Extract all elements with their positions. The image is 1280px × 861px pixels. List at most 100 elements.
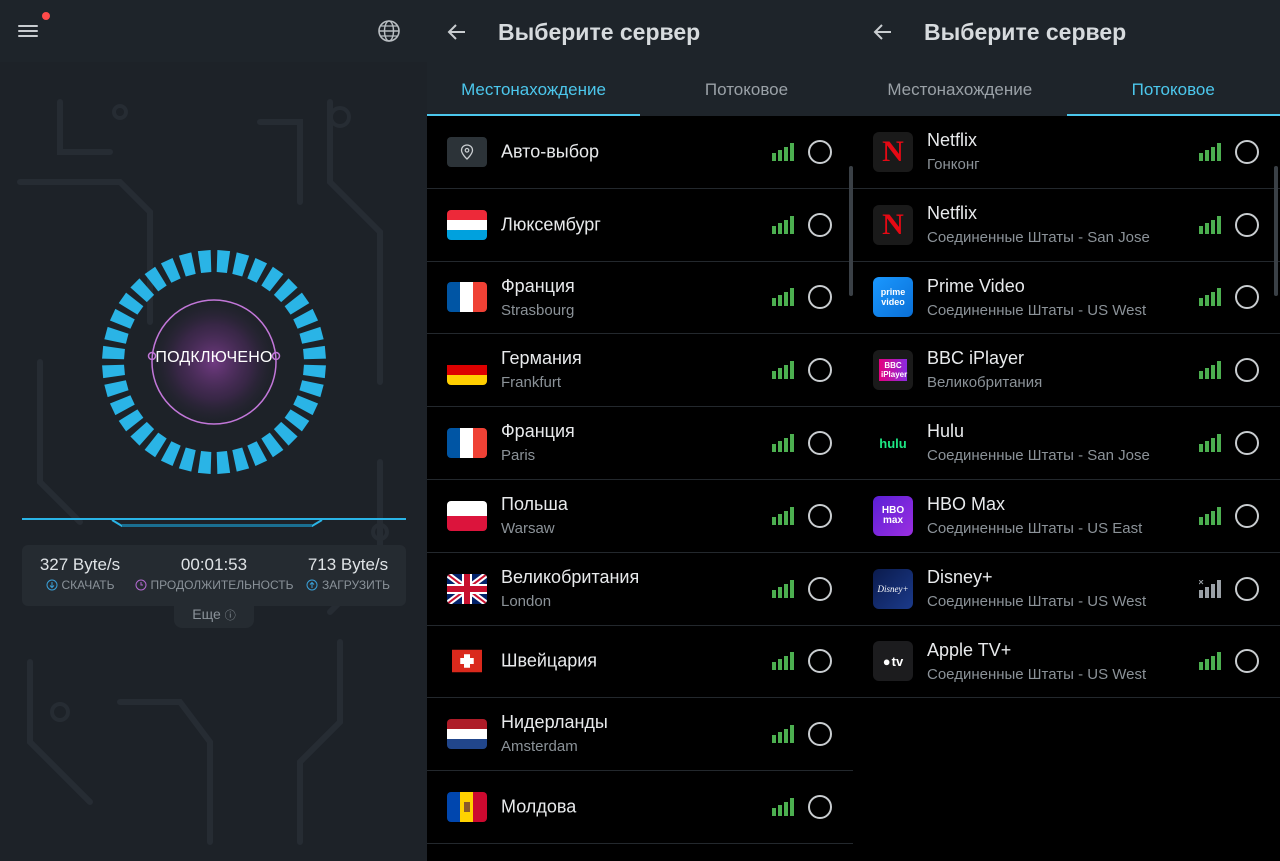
dial-segment xyxy=(293,308,319,329)
connection-status: ПОДКЛЮЧЕНО xyxy=(155,349,273,366)
page-title: Выберите сервер xyxy=(924,19,1127,45)
upload-stat: 713 Byte/s ЗАГРУЗИТЬ xyxy=(298,555,398,592)
logo-text: tv xyxy=(891,653,904,669)
service-region: Соединенные Штаты - US East xyxy=(927,519,1143,537)
server-row[interactable]: Германия Frankfurt xyxy=(427,334,853,408)
select-radio[interactable] xyxy=(1235,285,1259,310)
download-icon xyxy=(46,579,57,591)
dial-segment xyxy=(109,395,135,416)
logo-text: Disney+ xyxy=(877,583,909,594)
tab-location[interactable]: Местонахождение xyxy=(853,64,1067,116)
select-radio[interactable] xyxy=(808,576,832,601)
server-row[interactable]: Авто-выбор xyxy=(427,116,853,189)
tab-location[interactable]: Местонахождение xyxy=(427,64,640,116)
disney-plus-logo-icon: Disney+ xyxy=(873,568,913,609)
service-region: Соединенные Штаты - San Jose xyxy=(927,447,1150,465)
select-radio[interactable] xyxy=(808,795,832,820)
tab-streaming[interactable]: Потоковое xyxy=(1066,64,1280,116)
flag-germany-icon xyxy=(447,355,487,386)
dial-segment xyxy=(261,266,284,292)
select-radio[interactable] xyxy=(1235,212,1259,237)
server-row[interactable]: Молдова xyxy=(427,771,853,844)
dial-segment xyxy=(284,292,310,315)
signal-strength-icon xyxy=(772,434,794,453)
select-radio[interactable] xyxy=(808,139,832,164)
dial-segment xyxy=(284,409,310,432)
dial-segment xyxy=(299,380,324,398)
select-radio[interactable] xyxy=(808,503,832,528)
select-radio[interactable] xyxy=(808,431,832,456)
server-name: Польша xyxy=(501,493,568,514)
signal-strength-icon xyxy=(772,798,794,817)
select-radio[interactable] xyxy=(1235,358,1259,383)
select-radio[interactable] xyxy=(808,649,832,674)
signal-strength-icon xyxy=(1199,361,1221,380)
download-label: СКАЧАТЬ xyxy=(61,578,115,592)
dial-segment xyxy=(216,250,231,273)
server-row[interactable]: Франция Strasbourg xyxy=(427,262,853,335)
dial-segment xyxy=(130,421,155,446)
scrollbar[interactable] xyxy=(1274,166,1278,296)
dial-segment xyxy=(247,257,268,283)
select-radio[interactable] xyxy=(1235,431,1259,456)
select-radio[interactable] xyxy=(1235,649,1259,674)
flag-france-icon xyxy=(447,428,487,459)
upload-icon xyxy=(306,579,318,591)
select-radio[interactable] xyxy=(808,285,832,310)
back-arrow-icon[interactable] xyxy=(445,20,469,44)
server-name: Авто-выбор xyxy=(501,141,600,162)
select-radio[interactable] xyxy=(1235,576,1259,601)
streaming-row[interactable]: prime video Prime Video Соединенные Штат… xyxy=(853,262,1280,335)
streaming-row[interactable]: N Netflix Гонконг xyxy=(853,116,1280,189)
streaming-row[interactable]: hulu Hulu Соединенные Штаты - San Jose xyxy=(853,407,1280,480)
service-name: Disney+ xyxy=(927,566,993,587)
select-radio[interactable] xyxy=(1235,503,1259,528)
duration-label: ПРОДОЛЖИТЕЛЬНОСТЬ xyxy=(150,578,294,592)
service-region: Великобритания xyxy=(927,374,1043,392)
server-name: Люксембург xyxy=(501,214,601,235)
netflix-logo-icon: N xyxy=(873,204,913,245)
download-speed: 327 Byte/s xyxy=(39,555,121,574)
netflix-logo-icon: N xyxy=(873,131,913,172)
streaming-row[interactable]: N Netflix Соединенные Штаты - San Jose xyxy=(853,189,1280,262)
streaming-row[interactable]: HBO max HBO Max Соединенные Штаты - US E… xyxy=(853,480,1280,553)
apple-tv-logo-icon: ● tv xyxy=(873,641,913,682)
streaming-row[interactable]: Disney+ Disney+ Соединенные Штаты - US W… xyxy=(853,553,1280,626)
signal-strength-icon xyxy=(772,142,794,161)
signal-strength-icon xyxy=(772,288,794,307)
signal-strength-icon xyxy=(1199,215,1221,234)
server-row[interactable]: Люксембург xyxy=(427,189,853,262)
streaming-row[interactable]: ● tv Apple TV+ Соединенные Штаты - US We… xyxy=(853,626,1280,699)
server-row[interactable]: Польша Warsaw xyxy=(427,480,853,553)
signal-none-icon xyxy=(1199,579,1221,598)
select-radio[interactable] xyxy=(808,358,832,383)
signal-strength-icon xyxy=(772,725,794,744)
dial-segment xyxy=(160,441,181,467)
connection-duration: 00:01:53 xyxy=(180,555,248,574)
locations-panel: Выберите сервер Местонахождение Потоково… xyxy=(427,0,853,861)
flag-netherlands-icon xyxy=(447,719,487,750)
server-city: Amsterdam xyxy=(501,738,578,756)
service-name: HBO Max xyxy=(927,493,1006,514)
service-region: Соединенные Штаты - US West xyxy=(927,665,1147,683)
server-row[interactable]: Франция Paris xyxy=(427,407,853,480)
server-row[interactable]: Нидерланды Amsterdam xyxy=(427,698,853,772)
globe-icon[interactable] xyxy=(377,19,401,43)
server-city: Paris xyxy=(501,447,536,465)
more-button[interactable]: Еще ⓘ xyxy=(174,604,254,628)
server-row[interactable]: Швейцария xyxy=(427,626,853,699)
logo-text: prime video xyxy=(880,287,906,308)
streaming-row[interactable]: BBC iPlayer BBC iPlayer Великобритания xyxy=(853,334,1280,408)
server-row[interactable]: Великобритания London xyxy=(427,553,853,626)
select-radio[interactable] xyxy=(1235,139,1259,164)
service-region: Соединенные Штаты - US West xyxy=(927,301,1147,319)
select-radio[interactable] xyxy=(808,212,832,237)
flag-uk-icon xyxy=(447,573,487,604)
flag-luxembourg-icon xyxy=(447,209,487,240)
tab-streaming[interactable]: Потоковое xyxy=(640,64,853,116)
back-arrow-icon[interactable] xyxy=(871,20,895,44)
dial-segment xyxy=(232,447,250,472)
hamburger-menu-icon[interactable] xyxy=(18,22,40,40)
select-radio[interactable] xyxy=(808,722,832,747)
server-name: Франция xyxy=(501,275,575,296)
